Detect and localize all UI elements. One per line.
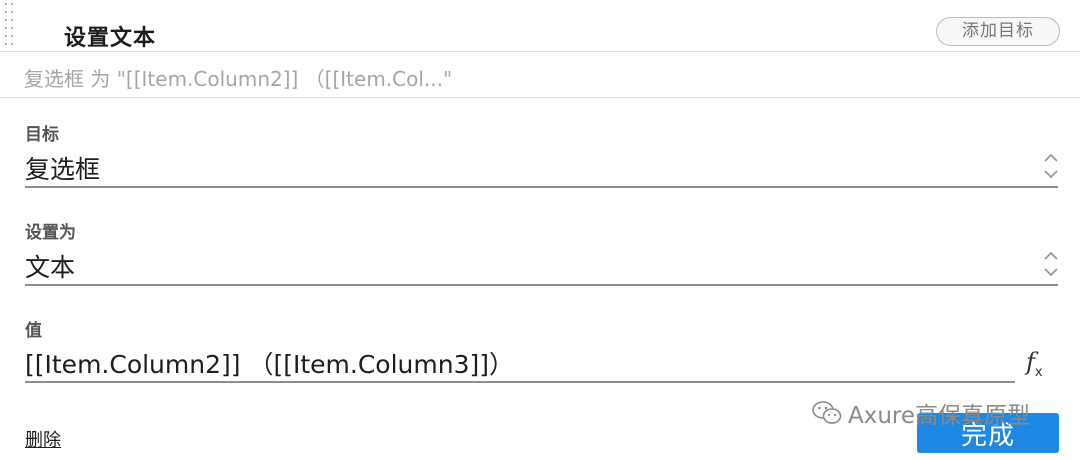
drag-handle-icon[interactable] (2, 0, 20, 48)
value-input[interactable]: [[Item.Column2]] （[[Item.Column3]]） (25, 345, 514, 381)
target-select[interactable]: 复选框 (25, 150, 100, 186)
value-underline (25, 381, 1015, 383)
action-summary: 复选框 为 "[[Item.Column2]] （[[Item.Col..." (24, 67, 453, 91)
action-title: 设置文本 (64, 26, 157, 51)
delete-link[interactable]: 删除 (25, 426, 61, 452)
set-as-label: 设置为 (25, 223, 76, 243)
set-as-underline (25, 284, 1058, 286)
watermark-text: Axure高保真原型 (848, 403, 1031, 429)
function-icon[interactable]: fx (1026, 348, 1054, 382)
select-arrows-icon[interactable] (1043, 151, 1059, 181)
add-target-button[interactable]: 添加目标 (936, 17, 1060, 46)
summary-divider (0, 97, 1080, 98)
target-label: 目标 (25, 125, 59, 145)
wechat-icon (812, 401, 842, 424)
header-divider (0, 51, 1080, 52)
select-arrows-icon[interactable] (1043, 249, 1059, 279)
value-label: 值 (25, 321, 42, 341)
target-underline (25, 186, 1058, 188)
watermark: Axure高保真原型 (812, 395, 1030, 431)
set-as-select[interactable]: 文本 (25, 248, 75, 284)
